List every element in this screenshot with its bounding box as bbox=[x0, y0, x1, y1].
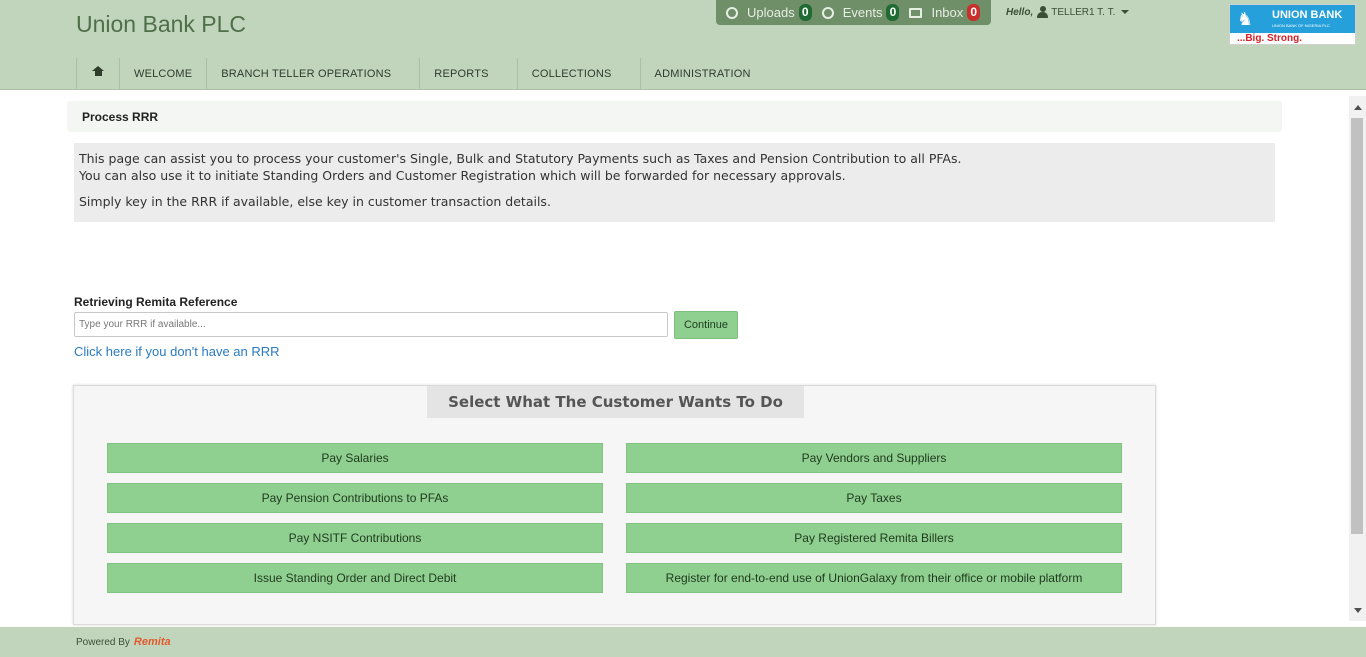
inbox-count-badge: 0 bbox=[967, 4, 981, 21]
remita-logo: Remita bbox=[133, 636, 171, 648]
user-menu[interactable]: Hello, TELLER1 T. T. bbox=[1006, 6, 1130, 18]
horse-icon: ♞ bbox=[1237, 9, 1254, 29]
vertical-scrollbar[interactable] bbox=[1349, 96, 1366, 621]
logo-name: UNION BANK bbox=[1272, 9, 1343, 21]
pay-pension-button[interactable]: Pay Pension Contributions to PFAs bbox=[107, 483, 603, 513]
page-title: Process RRR bbox=[82, 110, 159, 124]
logo-subtitle: UNION BANK OF NIGERIA PLC bbox=[1272, 23, 1330, 28]
nav-home[interactable] bbox=[76, 58, 119, 90]
scroll-up-icon[interactable] bbox=[1354, 105, 1362, 110]
actions-panel-title: Select What The Customer Wants To Do bbox=[427, 386, 804, 418]
user-name: TELLER1 T. T. bbox=[1051, 6, 1116, 18]
nav-branch-teller-operations[interactable]: BRANCH TELLER OPERATIONS bbox=[206, 58, 419, 90]
info-line: Simply key in the RRR if available, else… bbox=[79, 194, 551, 209]
pay-nsitf-button[interactable]: Pay NSITF Contributions bbox=[107, 523, 603, 553]
app-header: Union Bank PLC Uploads 0 Events 0 Inbox … bbox=[0, 0, 1366, 90]
info-box: This page can assist you to process your… bbox=[74, 143, 1275, 222]
actions-panel: Select What The Customer Wants To Do Pay… bbox=[73, 385, 1156, 625]
nav-welcome[interactable]: WELCOME bbox=[119, 58, 206, 90]
continue-button[interactable]: Continue bbox=[674, 311, 738, 339]
union-bank-logo: ♞ UNION BANK UNION BANK OF NIGERIA PLC .… bbox=[1229, 4, 1356, 45]
page-title-bar: Process RRR bbox=[67, 101, 1282, 132]
scroll-down-icon[interactable] bbox=[1354, 608, 1362, 613]
scroll-thumb[interactable] bbox=[1351, 118, 1363, 534]
caret-down-icon bbox=[1121, 10, 1130, 14]
nav-reports[interactable]: REPORTS bbox=[419, 58, 516, 90]
rrr-label: Retrieving Remita Reference bbox=[74, 295, 238, 309]
powered-by: Powered By Remita bbox=[76, 636, 171, 648]
envelope-icon bbox=[909, 7, 923, 18]
events-label: Events bbox=[842, 5, 883, 20]
brand-title: Union Bank PLC bbox=[76, 11, 247, 37]
pay-salaries-button[interactable]: Pay Salaries bbox=[107, 443, 603, 473]
inbox-notification[interactable]: Inbox 0 bbox=[909, 4, 981, 21]
uploads-notification[interactable]: Uploads 0 bbox=[726, 4, 812, 21]
info-line: You can also use it to initiate Standing… bbox=[79, 168, 846, 183]
powered-by-text: Powered By bbox=[76, 636, 130, 648]
logo-tagline: ...Big. Strong. bbox=[1237, 33, 1302, 44]
logo-banner: ♞ UNION BANK UNION BANK OF NIGERIA PLC bbox=[1230, 5, 1355, 33]
standing-order-button[interactable]: Issue Standing Order and Direct Debit bbox=[107, 563, 603, 593]
main-nav: WELCOME BRANCH TELLER OPERATIONS REPORTS… bbox=[76, 58, 765, 90]
upload-icon bbox=[726, 6, 738, 19]
nav-administration[interactable]: ADMINISTRATION bbox=[639, 58, 765, 90]
events-notification[interactable]: Events 0 bbox=[821, 4, 900, 21]
pay-billers-button[interactable]: Pay Registered Remita Billers bbox=[626, 523, 1122, 553]
home-icon bbox=[91, 65, 104, 79]
no-rrr-link[interactable]: Click here if you don't have an RRR bbox=[74, 344, 280, 359]
pay-taxes-button[interactable]: Pay Taxes bbox=[626, 483, 1122, 513]
rrr-input[interactable] bbox=[74, 312, 668, 337]
pay-vendors-button[interactable]: Pay Vendors and Suppliers bbox=[626, 443, 1122, 473]
events-icon bbox=[821, 6, 834, 19]
register-uniongalaxy-button[interactable]: Register for end-to-end use of UnionGala… bbox=[626, 563, 1122, 593]
inbox-label: Inbox bbox=[931, 5, 964, 20]
uploads-label: Uploads bbox=[747, 5, 795, 20]
info-line: This page can assist you to process your… bbox=[79, 151, 962, 166]
greeting-text: Hello, bbox=[1006, 6, 1034, 18]
uploads-count-badge: 0 bbox=[798, 4, 812, 21]
notification-bar: Uploads 0 Events 0 Inbox 0 bbox=[716, 0, 991, 25]
nav-collections[interactable]: COLLECTIONS bbox=[516, 58, 640, 90]
app-footer: Powered By Remita bbox=[0, 627, 1366, 657]
events-count-badge: 0 bbox=[886, 4, 900, 21]
user-icon bbox=[1037, 6, 1049, 18]
